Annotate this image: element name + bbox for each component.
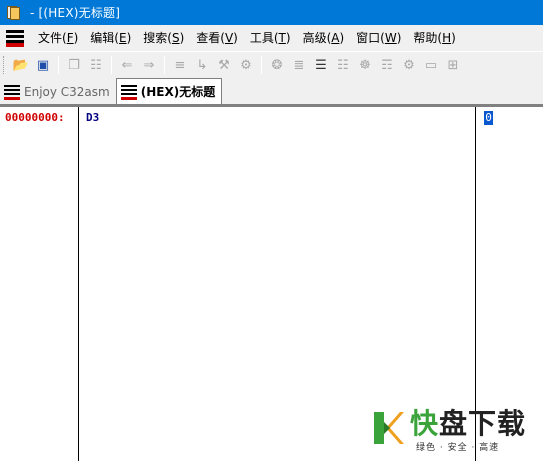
copy-icon[interactable]: ❐ (63, 54, 85, 76)
grid-a-icon[interactable]: ☷ (332, 54, 354, 76)
watermark-subtitle: 绿色 · 安全 · 高速 (416, 443, 500, 453)
toolbar-separator (58, 56, 59, 74)
ascii-cursor[interactable]: 0 (484, 111, 493, 125)
document-tabs: Enjoy C32asm (HEX)无标题 (0, 78, 543, 105)
menu-view[interactable]: 查看(V) (190, 27, 244, 49)
list-a-icon[interactable]: ≣ (288, 54, 310, 76)
tab-hex-untitled[interactable]: (HEX)无标题 (115, 78, 223, 104)
window-title: - [(HEX)无标题] (30, 6, 121, 20)
menu-edit[interactable]: 编辑(E) (84, 27, 137, 49)
watermark-title: 快盘下载 (410, 407, 527, 440)
document-icon[interactable] (4, 27, 26, 49)
kuaipan-logo-icon (374, 412, 404, 444)
tool-a-icon[interactable]: ⚒ (213, 54, 235, 76)
open-folder-icon[interactable]: 📂 (10, 54, 32, 76)
tab-label: Enjoy C32asm (24, 85, 110, 99)
grid-c-icon[interactable]: ☶ (376, 54, 398, 76)
menu-window[interactable]: 窗口(W) (350, 27, 407, 49)
grid-b-icon[interactable]: ☸ (354, 54, 376, 76)
menu-tools[interactable]: 工具(T) (244, 27, 297, 49)
tool-b-icon[interactable]: ⚙ (235, 54, 257, 76)
toolbar-separator (261, 56, 262, 74)
menu-file[interactable]: 文件(F) (32, 27, 84, 49)
tab-label: (HEX)无标题 (140, 85, 216, 99)
rect-icon[interactable]: ▭ (420, 54, 442, 76)
format-icon[interactable]: ≡ (169, 54, 191, 76)
c32-doc-icon (120, 84, 137, 100)
offset-address: 00000000: (5, 111, 65, 124)
gear-icon[interactable]: ⚙ (398, 54, 420, 76)
undo-arrow-icon[interactable]: ⇐ (116, 54, 138, 76)
app-icon[interactable] (6, 5, 22, 21)
toolbar: 📂 ▣ ❐ ☷ ⇐ ⇒ ≡ ↳ ⚒ ⚙ ❂ ≣ ☰ ☷ ☸ ☶ ⚙ ▭ ⊞ (0, 51, 543, 78)
indent-icon[interactable]: ↳ (191, 54, 213, 76)
toolbar-grip[interactable] (3, 56, 6, 74)
title-bar: - [(HEX)无标题] (0, 0, 543, 25)
menu-help[interactable]: 帮助(H) (407, 27, 461, 49)
save-disk-icon[interactable]: ▣ (32, 54, 54, 76)
menu-search[interactable]: 搜索(S) (137, 27, 190, 49)
hex-byte[interactable]: D3 (86, 111, 99, 124)
redo-arrow-icon[interactable]: ⇒ (138, 54, 160, 76)
menu-advanced[interactable]: 高级(A) (297, 27, 351, 49)
menu-bar: 文件(F) 编辑(E) 搜索(S) 查看(V) 工具(T) 高级(A) 窗口(W… (0, 25, 543, 51)
watermark: 快盘下载 绿色 · 安全 · 高速 (370, 408, 540, 454)
find-file-icon[interactable]: ☷ (85, 54, 107, 76)
toolbar-separator (164, 56, 165, 74)
table-icon[interactable]: ⊞ (442, 54, 464, 76)
toolbar-separator (111, 56, 112, 74)
c32-doc-icon (4, 84, 20, 100)
address-column-divider (78, 107, 79, 461)
settings-gear-icon[interactable]: ❂ (266, 54, 288, 76)
list-b-icon[interactable]: ☰ (310, 54, 332, 76)
tab-enjoy-c32asm[interactable]: Enjoy C32asm (0, 80, 116, 104)
